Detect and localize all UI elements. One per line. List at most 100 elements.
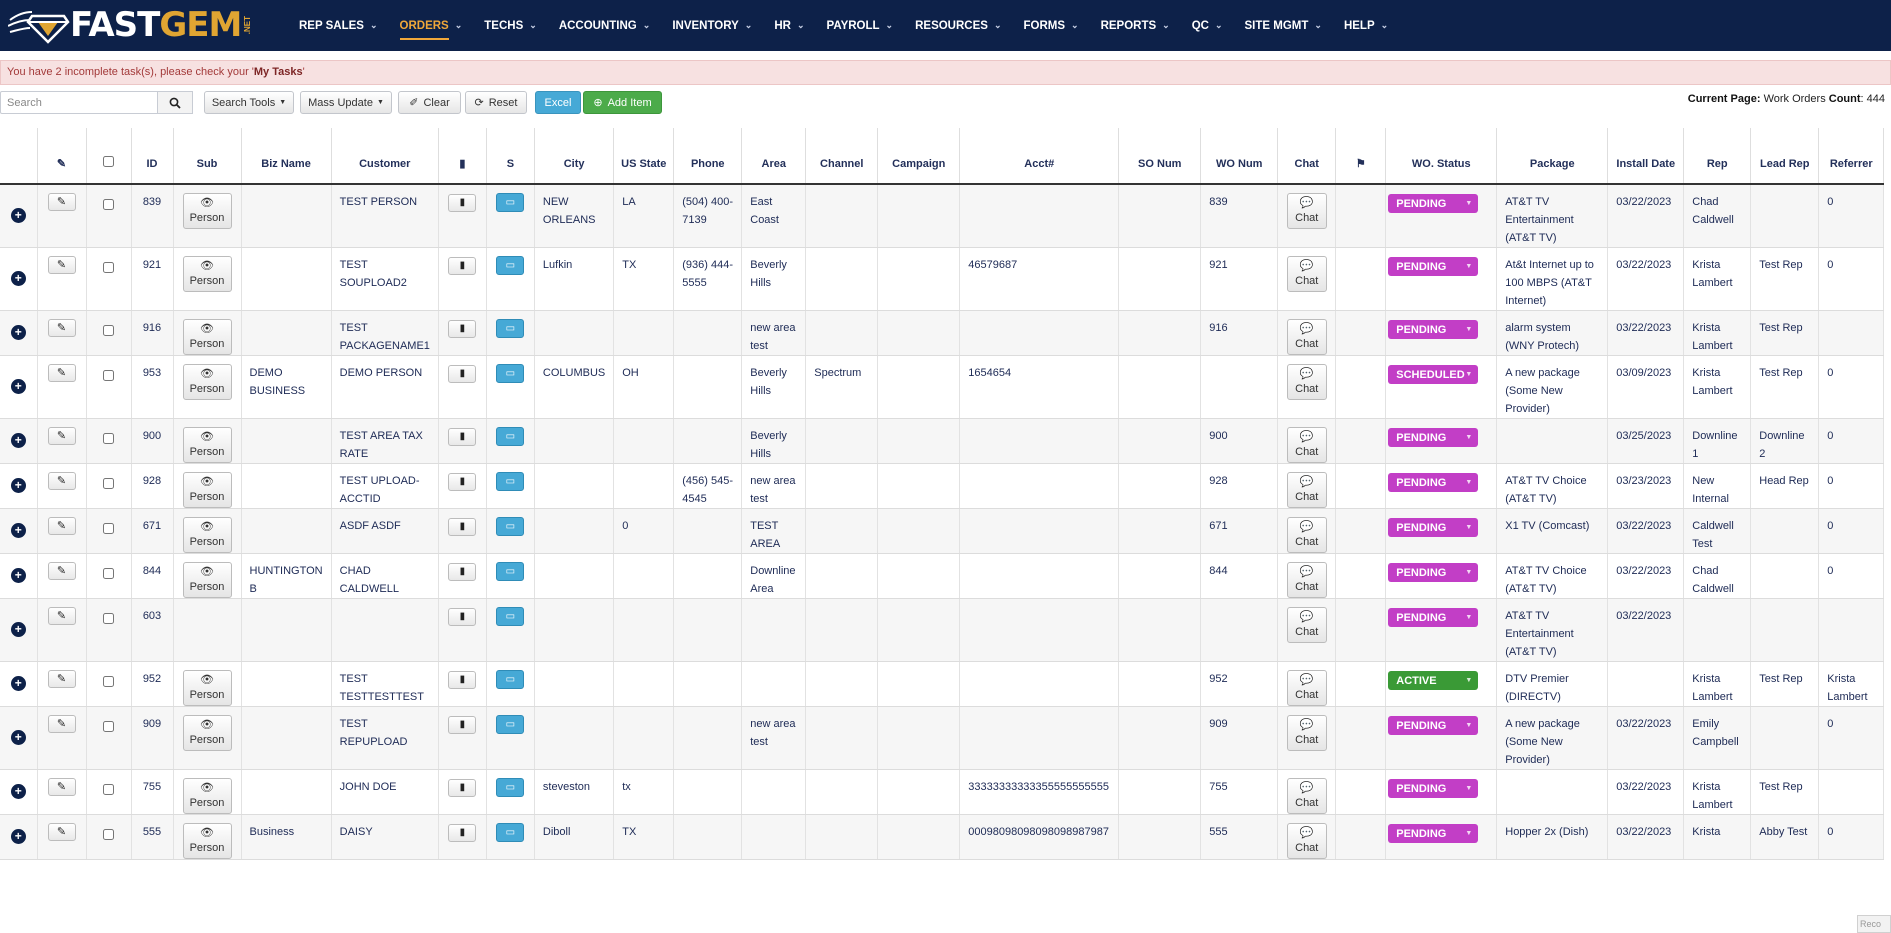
row-checkbox[interactable] xyxy=(103,478,114,489)
status-dropdown[interactable]: PENDING ▼ xyxy=(1388,716,1479,735)
table-row[interactable]: + ✎ 953 👁 Person DEMO BUSINESS DEMO PERSON ▮ ▭ CO… xyxy=(0,355,1885,419)
status-dropdown[interactable]: PENDING ▼ xyxy=(1388,257,1479,276)
person-button[interactable]: 👁 Person xyxy=(182,427,232,463)
chat-button[interactable]: 💬 Chat xyxy=(1286,778,1327,814)
row-checkbox[interactable] xyxy=(103,829,114,840)
column-header-wo-num[interactable]: WO Num xyxy=(1200,128,1279,185)
s-button[interactable]: ▭ xyxy=(496,193,525,212)
s-button[interactable]: ▭ xyxy=(496,427,525,446)
column-header-channel[interactable]: Channel xyxy=(805,128,879,185)
nav-item-hr[interactable]: HR ⌄ xyxy=(763,0,815,51)
select-all-checkbox[interactable] xyxy=(103,156,114,167)
chat-button[interactable]: 💬 Chat xyxy=(1286,427,1327,463)
edit-row-button[interactable]: ✎ xyxy=(47,823,76,841)
table-row[interactable]: + ✎ 909 👁 Person TEST REPUPLOAD ▮ ▭ new area tes… xyxy=(0,706,1885,770)
person-button[interactable]: 👁 Person xyxy=(182,517,232,553)
table-row[interactable]: + ✎ 916 👁 Person TEST PACKAGENAME1 ▮ ▭ new area … xyxy=(0,310,1885,356)
nav-item-techs[interactable]: TECHS ⌄ xyxy=(473,0,548,51)
fastgem-logo[interactable]: FASTGEM .NET xyxy=(8,6,252,44)
status-dropdown[interactable]: ACTIVE ▼ xyxy=(1388,671,1479,690)
s-button[interactable]: ▭ xyxy=(496,319,525,338)
notes-button[interactable]: ▮ xyxy=(448,320,477,338)
column-header-package[interactable]: Package xyxy=(1496,128,1609,185)
edit-row-button[interactable]: ✎ xyxy=(47,562,76,580)
column-header-acct-[interactable]: Acct# xyxy=(959,128,1120,185)
status-dropdown[interactable]: PENDING ▼ xyxy=(1388,608,1479,627)
reset-button[interactable]: ⟳ Reset xyxy=(465,91,527,114)
status-dropdown[interactable]: PENDING ▼ xyxy=(1388,779,1479,798)
search-tools-button[interactable]: Search Tools ▼ xyxy=(204,91,294,114)
column-header-biz-name[interactable]: Biz Name xyxy=(241,128,332,185)
nav-item-payroll[interactable]: PAYROLL ⌄ xyxy=(816,0,905,51)
s-button[interactable]: ▭ xyxy=(496,472,525,491)
table-row[interactable]: + ✎ 921 👁 Person TEST SOUPLOAD2 ▮ ▭ Lufkin TX (936… xyxy=(0,247,1885,311)
nav-item-resources[interactable]: RESOURCES ⌄ xyxy=(904,0,1012,51)
person-button[interactable]: 👁 Person xyxy=(182,319,232,355)
edit-row-button[interactable]: ✎ xyxy=(47,778,76,796)
status-dropdown[interactable]: PENDING ▼ xyxy=(1388,824,1479,843)
nav-item-rep-sales[interactable]: REP SALES ⌄ xyxy=(288,0,389,51)
status-dropdown[interactable]: SCHEDULED ▼ xyxy=(1388,365,1479,384)
clear-button[interactable]: ✐ Clear xyxy=(398,91,461,114)
s-button[interactable]: ▭ xyxy=(496,715,525,734)
chat-button[interactable]: 💬 Chat xyxy=(1286,364,1327,400)
chat-button[interactable]: 💬 Chat xyxy=(1286,517,1327,553)
nav-item-inventory[interactable]: INVENTORY ⌄ xyxy=(661,0,763,51)
row-checkbox[interactable] xyxy=(103,262,114,273)
s-button[interactable]: ▭ xyxy=(496,823,525,842)
person-button[interactable]: 👁 Person xyxy=(182,364,232,400)
row-checkbox[interactable] xyxy=(103,523,114,534)
table-row[interactable]: + ✎ 928 👁 Person TEST UPLOAD-ACCTID ▮ ▭ (456) 54… xyxy=(0,463,1885,509)
status-dropdown[interactable]: PENDING ▼ xyxy=(1388,473,1479,492)
s-button[interactable]: ▭ xyxy=(496,364,525,383)
expand-row-icon[interactable]: + xyxy=(10,325,26,340)
column-header-wo-status[interactable]: WO. Status xyxy=(1385,128,1498,185)
expand-row-icon[interactable]: + xyxy=(10,676,26,691)
status-dropdown[interactable]: PENDING ▼ xyxy=(1388,194,1479,213)
column-header-so-num[interactable]: SO Num xyxy=(1118,128,1202,185)
notes-button[interactable]: ▮ xyxy=(448,473,477,491)
person-button[interactable]: 👁 Person xyxy=(182,778,232,814)
column-header-city[interactable]: City xyxy=(534,128,615,185)
mass-update-button[interactable]: Mass Update ▼ xyxy=(300,91,392,114)
notes-button[interactable]: ▮ xyxy=(448,365,477,383)
expand-row-icon[interactable]: + xyxy=(10,568,26,583)
column-header-area[interactable]: Area xyxy=(741,128,807,185)
column-header-lead-rep[interactable]: Lead Rep xyxy=(1750,128,1820,185)
s-button[interactable]: ▭ xyxy=(496,562,525,581)
s-button[interactable]: ▭ xyxy=(496,256,525,275)
column-header-phone[interactable]: Phone xyxy=(673,128,743,185)
column-header-sub[interactable]: Sub xyxy=(173,128,242,185)
add-item-button[interactable]: ⊕ Add Item xyxy=(583,91,662,114)
nav-item-forms[interactable]: FORMS ⌄ xyxy=(1013,0,1090,51)
notes-button[interactable]: ▮ xyxy=(448,428,477,446)
nav-item-help[interactable]: HELP ⌄ xyxy=(1333,0,1399,51)
row-checkbox[interactable] xyxy=(103,784,114,795)
notes-button[interactable]: ▮ xyxy=(448,257,477,275)
column-header-customer[interactable]: Customer xyxy=(331,128,439,185)
row-checkbox[interactable] xyxy=(103,676,114,687)
status-dropdown[interactable]: PENDING ▼ xyxy=(1388,320,1479,339)
notes-button[interactable]: ▮ xyxy=(448,608,477,626)
edit-row-button[interactable]: ✎ xyxy=(47,607,76,625)
notes-button[interactable]: ▮ xyxy=(448,518,477,536)
expand-row-icon[interactable]: + xyxy=(10,730,26,745)
expand-row-icon[interactable]: + xyxy=(10,784,26,799)
status-dropdown[interactable]: PENDING ▼ xyxy=(1388,518,1479,537)
nav-item-accounting[interactable]: ACCOUNTING ⌄ xyxy=(548,0,662,51)
nav-item-reports[interactable]: REPORTS ⌄ xyxy=(1090,0,1181,51)
search-input[interactable] xyxy=(0,91,158,114)
column-header-referrer[interactable]: Referrer xyxy=(1818,128,1885,185)
chat-button[interactable]: 💬 Chat xyxy=(1286,256,1327,292)
notes-button[interactable]: ▮ xyxy=(448,779,477,797)
chat-button[interactable]: 💬 Chat xyxy=(1286,607,1327,643)
status-dropdown[interactable]: PENDING ▼ xyxy=(1388,428,1479,447)
notes-button[interactable]: ▮ xyxy=(448,194,477,212)
table-row[interactable]: + ✎ 603 ▮ ▭ 💬 Chat PENDING ▼ AT&T TV Entertainmen… xyxy=(0,598,1885,662)
s-button[interactable]: ▭ xyxy=(496,670,525,689)
chat-button[interactable]: 💬 Chat xyxy=(1286,670,1327,706)
row-checkbox[interactable] xyxy=(103,568,114,579)
edit-row-button[interactable]: ✎ xyxy=(47,193,76,211)
expand-row-icon[interactable]: + xyxy=(10,271,26,286)
chat-button[interactable]: 💬 Chat xyxy=(1286,193,1327,229)
